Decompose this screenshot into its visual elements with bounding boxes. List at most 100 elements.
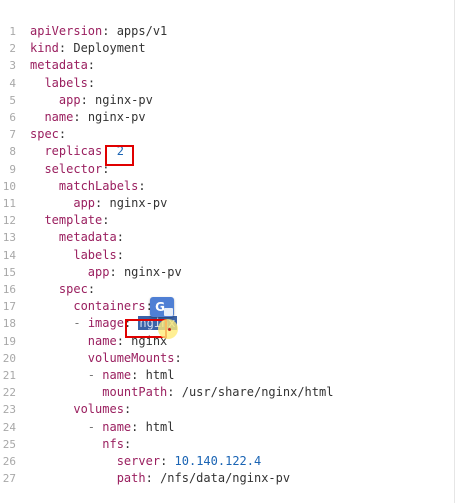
- code-line[interactable]: 17 containers:: [0, 298, 450, 315]
- code-line[interactable]: 14 labels:: [0, 247, 450, 264]
- code-text: app: nginx-pv: [30, 195, 167, 212]
- line-number: 19: [2, 334, 16, 348]
- code-line[interactable]: 26 server: 10.140.122.4: [0, 453, 450, 470]
- line-number: 18: [2, 317, 16, 331]
- yaml-value: nginx-pv: [95, 92, 153, 107]
- code-line[interactable]: 15 app: nginx-pv: [0, 264, 450, 281]
- line-number: 25: [2, 437, 16, 451]
- yaml-key: labels: [73, 247, 117, 262]
- yaml-key: matchLabels: [58, 178, 139, 193]
- code-text: labels:: [30, 247, 124, 264]
- yaml-key: mountPath: [102, 385, 168, 400]
- code-line[interactable]: 3 metadata:: [0, 57, 450, 74]
- code-line[interactable]: 6 name: nginx-pv: [0, 109, 450, 126]
- yaml-value: html: [145, 368, 175, 382]
- yaml-separator: :: [102, 213, 110, 228]
- code-line[interactable]: 1 apiVersion: apps/v1: [0, 23, 450, 40]
- yaml-key: kind: [30, 41, 59, 56]
- yaml-key: app: [87, 264, 110, 279]
- code-text: mountPath: /usr/share/nginx/html: [30, 384, 333, 401]
- code-line[interactable]: 11 app: nginx-pv: [0, 195, 450, 212]
- replicas-highlight-box: [105, 145, 134, 166]
- list-dash: -: [87, 419, 103, 434]
- code-line[interactable]: 20 volumeMounts:: [0, 350, 450, 367]
- code-editor[interactable]: 1 apiVersion: apps/v1 2 kind: Deployment 3 me…: [0, 23, 462, 503]
- code-line[interactable]: 10 matchLabels:: [0, 178, 450, 195]
- code-line[interactable]: 12 template:: [0, 212, 450, 229]
- code-text: name: nginx-pv: [30, 109, 145, 126]
- yaml-key: template: [44, 213, 103, 228]
- yaml-value: 10.140.122.4: [174, 454, 262, 468]
- line-number: 5: [9, 93, 16, 107]
- yaml-value: apps/v1: [116, 24, 168, 38]
- code-line[interactable]: 18 - image: nginx: [0, 315, 450, 332]
- line-number: 13: [2, 231, 16, 245]
- code-text: containers:: [30, 298, 152, 315]
- yaml-separator: :: [116, 247, 124, 262]
- line-number: 10: [2, 179, 16, 193]
- code-line[interactable]: 7 spec:: [0, 126, 450, 143]
- translate-sub-icon: [164, 308, 173, 316]
- google-translate-icon[interactable]: G: [150, 297, 174, 317]
- code-text: server: 10.140.122.4: [30, 453, 262, 470]
- code-line[interactable]: 27 path: /nfs/data/nginx-pv: [0, 470, 450, 487]
- yaml-key: spec: [30, 127, 59, 142]
- code-line[interactable]: 9 selector:: [0, 161, 450, 178]
- line-number: 6: [9, 111, 16, 124]
- yaml-value: /nfs/data/nginx-pv: [160, 471, 291, 486]
- code-line[interactable]: 5 app: nginx-pv: [0, 92, 450, 109]
- code-line[interactable]: 21 - name: html: [0, 367, 450, 384]
- code-line[interactable]: 19 name: nginx: [0, 333, 450, 350]
- yaml-key: name: [87, 333, 117, 348]
- code-line[interactable]: 23 volumes:: [0, 401, 450, 418]
- yaml-separator: :: [87, 58, 96, 73]
- yaml-key: containers: [73, 299, 146, 314]
- yaml-separator: :: [58, 41, 74, 56]
- line-number: 26: [2, 455, 16, 468]
- code-line[interactable]: 2 kind: Deployment: [0, 40, 450, 57]
- code-line[interactable]: 4 labels:: [0, 75, 450, 92]
- yaml-key: metadata: [58, 230, 117, 245]
- code-line[interactable]: 24 - name: html: [0, 419, 450, 436]
- code-text: volumeMounts:: [30, 350, 182, 367]
- code-line[interactable]: 16 spec:: [0, 281, 450, 298]
- yaml-separator: :: [123, 436, 132, 451]
- code-text: app: nginx-pv: [30, 92, 153, 109]
- line-number: 11: [2, 197, 16, 210]
- line-number: 15: [2, 265, 16, 279]
- yaml-key: volumes: [73, 402, 124, 417]
- line-number: 8: [9, 145, 16, 159]
- yaml-value: nginx-pv: [109, 196, 168, 210]
- yaml-separator: :: [138, 178, 146, 193]
- code-line[interactable]: 25 nfs:: [0, 436, 450, 453]
- line-number: 17: [2, 300, 16, 314]
- code-text: metadata:: [30, 57, 95, 74]
- code-text: volumes:: [30, 401, 131, 418]
- code-line[interactable]: 13 metadata:: [0, 229, 450, 246]
- yaml-key: spec: [58, 282, 88, 296]
- code-line[interactable]: 22 mountPath: /usr/share/nginx/html: [0, 384, 450, 401]
- yaml-key: apiVersion: [30, 24, 103, 38]
- yaml-value: html: [145, 419, 175, 434]
- code-text: - name: html: [30, 419, 175, 436]
- code-line[interactable]: 8 replicas: 2: [0, 143, 450, 160]
- yaml-key: volumeMounts: [87, 350, 175, 365]
- code-text: - name: html: [30, 367, 175, 384]
- code-text: selector:: [30, 161, 109, 178]
